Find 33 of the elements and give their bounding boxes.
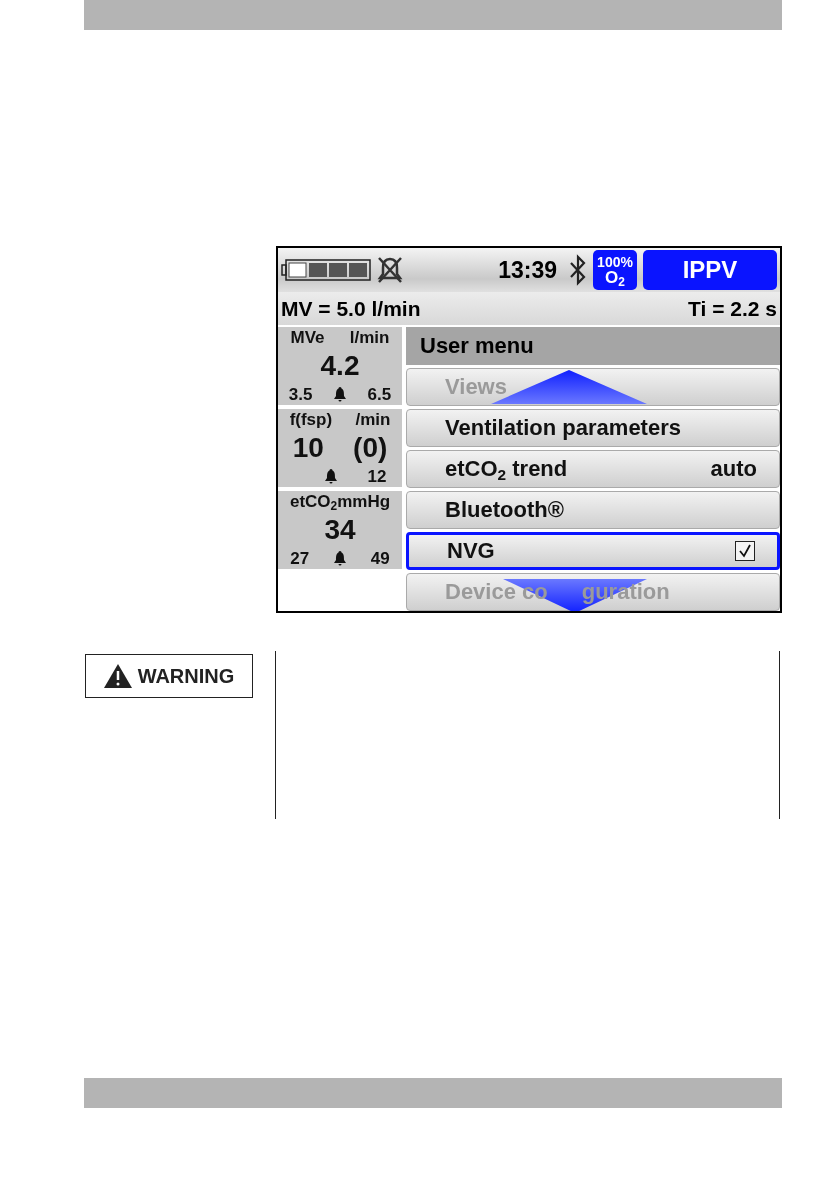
- alarm-high-limit: 6.5: [367, 386, 392, 403]
- tile-secondary-value: (0): [353, 434, 388, 462]
- tile-value: 10: [292, 434, 324, 462]
- inspiration-time-setting: Ti = 2.2 s: [688, 296, 777, 321]
- warning-icon: [103, 664, 132, 688]
- tile-label: f(fsp): [289, 411, 333, 428]
- warning-label: WARNING: [85, 654, 253, 698]
- ventilation-mode[interactable]: IPPV: [643, 250, 777, 291]
- tile-value: 4.2: [320, 352, 360, 380]
- menu-item[interactable]: NVG: [406, 532, 780, 570]
- bluetooth-icon: [569, 253, 587, 288]
- minute-volume-setting: MV = 5.0 l/min: [281, 296, 421, 321]
- alarm-low-limit: 3.5: [288, 386, 313, 403]
- menu-item[interactable]: Ventilation parameters: [406, 409, 780, 447]
- tile-unit: l/min: [349, 329, 390, 346]
- tile-unit: /min: [355, 411, 391, 428]
- alarm-high-limit: 12: [367, 468, 387, 485]
- bell-icon: [334, 386, 346, 403]
- tile-label: MVe: [290, 329, 325, 346]
- checkbox[interactable]: [735, 541, 755, 561]
- menu-item[interactable]: etCO$_{2}$ trend auto: [406, 450, 780, 488]
- bell-icon: [334, 550, 346, 567]
- clock-time: 13:39: [498, 256, 557, 284]
- alarm-high-limit: 49: [370, 550, 390, 567]
- tile-label: etCO$_{2}$mmHg: [289, 493, 391, 510]
- tile-value: 34: [324, 516, 356, 544]
- alarm-low-limit: 27: [290, 550, 310, 567]
- menu-title: User menu: [406, 327, 780, 365]
- alarm-muted-icon: [377, 256, 403, 285]
- oxygen-badge: 100% O$_{2}$: [593, 250, 637, 291]
- menu-item[interactable]: Bluetooth®: [406, 491, 780, 529]
- battery-icon: [281, 258, 371, 283]
- bell-icon: [324, 468, 337, 485]
